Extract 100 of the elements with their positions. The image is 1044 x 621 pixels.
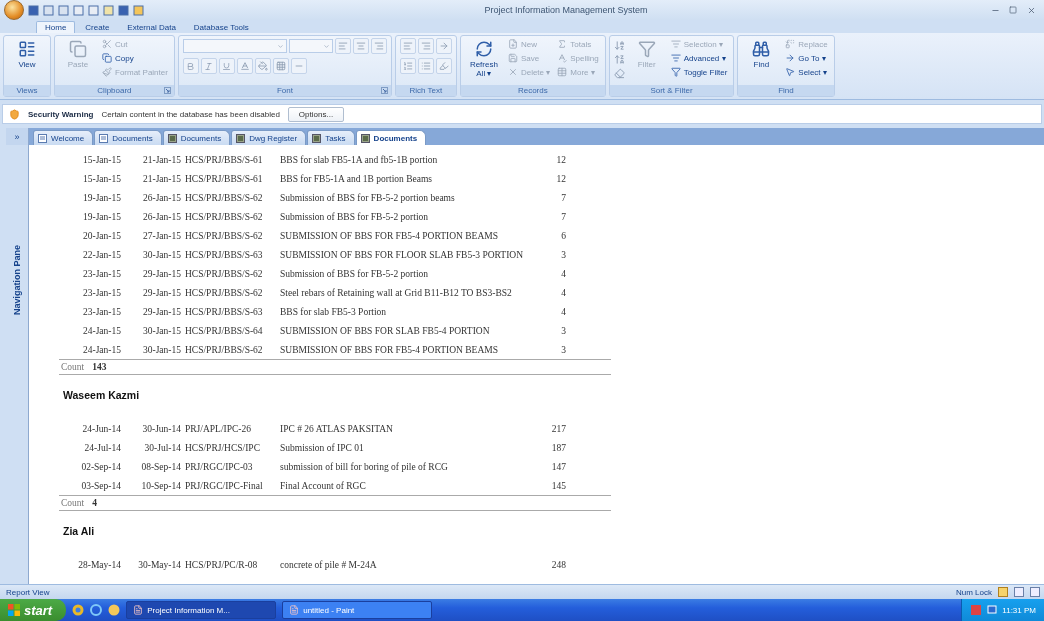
document-tab[interactable]: Documents bbox=[162, 130, 231, 145]
ribbon-button[interactable]: Copy bbox=[100, 52, 170, 64]
restore-button[interactable] bbox=[1006, 4, 1020, 16]
report-cell-text: 30-Jan-15 bbox=[142, 344, 181, 355]
report-cell-text: 24-Jan-15 bbox=[82, 325, 121, 336]
ribbon-button[interactable]: View bbox=[8, 38, 46, 71]
document-tab[interactable]: Documents bbox=[94, 130, 162, 145]
bold-button[interactable] bbox=[182, 58, 199, 74]
ribbon-button[interactable]: Find bbox=[742, 38, 781, 71]
report-cell-text: HCS/PRJ/BBS/S-61 bbox=[184, 154, 264, 165]
window-title: Project Information Management System bbox=[483, 5, 649, 15]
report-cell-text: PRJ/RGC/IPC-03 bbox=[184, 461, 254, 472]
taskbar-button[interactable]: untitled - Paint bbox=[282, 601, 433, 619]
replace-icon bbox=[785, 39, 796, 49]
report-cell-text: 12 bbox=[555, 173, 566, 184]
warning-message: Certain content in the database has been disabled bbox=[101, 109, 280, 119]
ribbon-tab[interactable]: Home bbox=[36, 21, 76, 33]
document-tab[interactable]: Welcome bbox=[33, 130, 94, 145]
taskbar-button[interactable]: Project Information M... bbox=[126, 601, 277, 619]
filter-icon bbox=[670, 39, 681, 49]
ribbon-button[interactable]: Advanced ▾ bbox=[668, 52, 730, 64]
pane-label[interactable]: Navigation Pane bbox=[12, 245, 22, 316]
report-cell-text: Submission of IPC 01 bbox=[279, 442, 365, 453]
align-right-icon bbox=[373, 41, 384, 51]
report-cell-text: Steel rebars of Retaining wall at Grid B11-B12 TO BS3-BS2 bbox=[279, 287, 513, 298]
font-size-combo[interactable] bbox=[288, 39, 333, 53]
document-tab[interactable]: Tasks bbox=[307, 130, 355, 145]
report-cell-text: 187 bbox=[550, 442, 566, 453]
report-cell-text: HCS/PRJ/BBS/S-62 bbox=[184, 192, 264, 203]
report-cell-text: 4 bbox=[560, 306, 566, 317]
numbering-button[interactable] bbox=[399, 58, 416, 74]
report-cell-text: 26-Jan-15 bbox=[142, 211, 181, 222]
launcher-icon[interactable] bbox=[380, 87, 388, 94]
numbered-list-icon bbox=[402, 61, 413, 71]
italic-icon bbox=[204, 61, 214, 71]
report-cell-text: 30-Jul-14 bbox=[143, 442, 181, 453]
fill-color-button[interactable] bbox=[254, 58, 271, 74]
report-cell-text: 08-Sep-14 bbox=[140, 461, 181, 472]
outdent-button[interactable] bbox=[399, 38, 416, 54]
indent-button[interactable] bbox=[417, 38, 434, 54]
align-center-button[interactable] bbox=[352, 38, 369, 54]
font-color-icon bbox=[239, 61, 250, 71]
report-cell-text: BBS for FB5-1A and 1B portion Beams bbox=[279, 173, 433, 184]
group-label: Find bbox=[778, 86, 794, 95]
restore-icon bbox=[1009, 6, 1017, 14]
align-left-button[interactable] bbox=[334, 38, 351, 54]
launcher-icon[interactable] bbox=[163, 87, 171, 94]
report-cell-text: Submission of BBS for FB-5-2 portion bbox=[279, 211, 430, 222]
report-cell-text: HCS/PRJ/BBS/S-62 bbox=[184, 230, 264, 241]
report-cell-text: 27-Jan-15 bbox=[142, 230, 181, 241]
report-cell-text: HCS/PRJ/BBS/S-62 bbox=[184, 268, 264, 279]
report-cell-text: IPC # 26 ATLAS PAKSITAN bbox=[279, 423, 394, 434]
ribbon-tab[interactable]: Database Tools bbox=[185, 22, 257, 33]
report-cell-text: 30-May-14 bbox=[137, 559, 181, 570]
report-cell-text: SUBMISSION OF BBS FOR SLAB FB5-4 PORTION bbox=[279, 325, 491, 336]
highlight-button[interactable] bbox=[435, 58, 452, 74]
new-record-icon bbox=[507, 39, 518, 49]
report-cell-text: 30-Jan-15 bbox=[142, 325, 181, 336]
group-label: Font bbox=[276, 86, 293, 95]
font-color-button[interactable] bbox=[236, 58, 253, 74]
report-cell-text: 28-May-14 bbox=[77, 559, 121, 570]
bullet-list-icon bbox=[420, 61, 431, 71]
paste-icon bbox=[69, 40, 87, 58]
app-icon bbox=[289, 605, 300, 615]
document-tab[interactable]: Documents bbox=[355, 130, 427, 145]
ribbon-button[interactable]: Refresh All ▾ bbox=[464, 38, 503, 80]
report-cell-text: Submission of BBS for FB-5-2 portion bbox=[279, 268, 430, 279]
count-label: Count bbox=[61, 498, 85, 508]
align-right-button[interactable] bbox=[370, 38, 387, 54]
report-cell-text: Submission of BBS for FB-5-2 portion beams bbox=[279, 192, 456, 203]
expand-button[interactable]: » bbox=[6, 128, 28, 145]
grid-icon bbox=[275, 61, 286, 71]
document-tab[interactable]: Dwg Register bbox=[231, 130, 307, 145]
ribbon-button[interactable]: Toggle Filter bbox=[668, 66, 730, 78]
font-name-combo[interactable] bbox=[182, 39, 287, 53]
close-icon bbox=[1026, 5, 1036, 15]
report-cell-text: 15-Jan-15 bbox=[82, 173, 121, 184]
underline-icon bbox=[222, 61, 232, 71]
report-cell-text: HCS/PRJ/BBS/S-64 bbox=[184, 325, 264, 336]
ribbon-button[interactable]: Go To ▾ bbox=[783, 52, 830, 64]
report-cell-text: 3 bbox=[560, 344, 566, 355]
group-label: Rich Text bbox=[409, 86, 443, 95]
group-label: Views bbox=[16, 86, 38, 95]
gridlines-button[interactable] bbox=[272, 58, 289, 74]
report-cell-text: BBS for slab FB5-3 Portion bbox=[279, 306, 388, 317]
paint-bucket-icon bbox=[257, 61, 268, 71]
status-text: Report View bbox=[6, 587, 50, 597]
caret-icon bbox=[276, 42, 284, 50]
start-button[interactable]: start bbox=[0, 599, 67, 621]
options-button[interactable]: Options... bbox=[287, 106, 345, 122]
report-cell-text: 10-Sep-14 bbox=[140, 480, 181, 491]
line-button[interactable] bbox=[290, 58, 307, 74]
bullets-button[interactable] bbox=[417, 58, 434, 74]
underline-button[interactable] bbox=[218, 58, 235, 74]
office-button[interactable] bbox=[4, 0, 24, 20]
ribbon-tab[interactable]: Create bbox=[77, 22, 118, 33]
ribbon-tab[interactable]: External Data bbox=[119, 22, 184, 33]
italic-button[interactable] bbox=[200, 58, 217, 74]
direction-button[interactable] bbox=[435, 38, 452, 54]
ribbon-button[interactable]: Select ▾ bbox=[783, 66, 830, 78]
